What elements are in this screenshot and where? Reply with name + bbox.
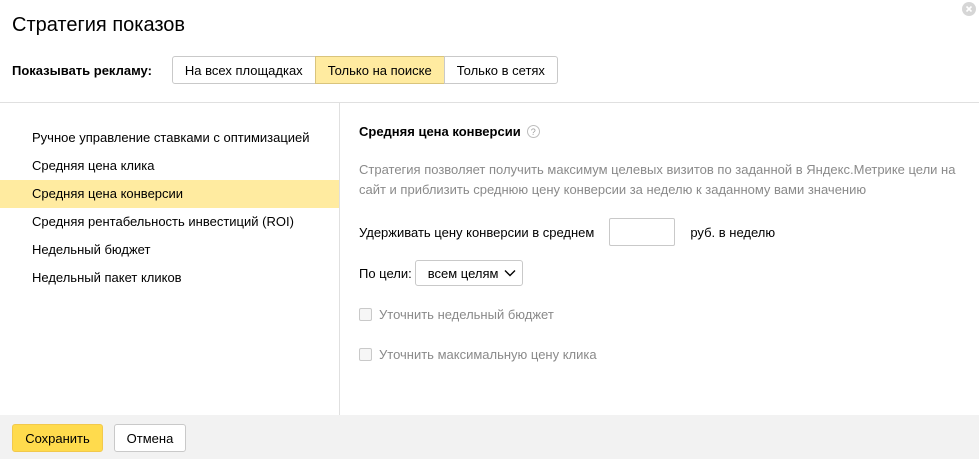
hold-price-label: Удерживать цену конверсии в среднем <box>359 224 595 240</box>
show-ads-all-platforms-button[interactable]: На всех площадках <box>171 56 316 84</box>
strategy-list: Ручное управление ставками с оптимизацие… <box>0 103 339 292</box>
hold-price-unit: руб. в неделю <box>690 224 776 240</box>
goal-select-value: всем целям <box>427 265 499 281</box>
dialog-footer: Сохранить Отмена <box>0 415 979 459</box>
goal-select[interactable]: всем целям <box>414 260 524 286</box>
strategy-item-avg-conversion-price[interactable]: Средняя цена конверсии <box>0 180 339 208</box>
panel-title: Средняя цена конверсии ? <box>359 124 540 139</box>
strategy-item-avg-roi[interactable]: Средняя рентабельность инвестиций (ROI) <box>0 208 339 236</box>
strategy-sidebar: Ручное управление ставками с оптимизацие… <box>0 103 340 415</box>
conversion-price-input[interactable] <box>609 218 676 246</box>
strategy-item-manual-optimized[interactable]: Ручное управление ставками с оптимизацие… <box>0 124 339 152</box>
refine-weekly-budget-checkbox[interactable] <box>359 307 372 321</box>
cancel-button[interactable]: Отмена <box>114 424 186 452</box>
refine-weekly-budget-label: Уточнить недельный бюджет <box>379 306 554 322</box>
strategy-item-avg-click-price[interactable]: Средняя цена клика <box>0 152 339 180</box>
close-icon <box>965 5 973 13</box>
show-ads-label: Показывать рекламу: <box>12 62 152 78</box>
chevron-down-icon <box>504 269 516 277</box>
refine-weekly-budget-row[interactable]: Уточнить недельный бюджет <box>359 305 554 323</box>
help-icon[interactable]: ? <box>526 125 540 138</box>
hold-price-row: Удерживать цену конверсии в среднем руб.… <box>359 218 775 246</box>
show-ads-segmented-control: На всех площадках Только на поиске Тольк… <box>171 56 558 84</box>
strategy-description: Стратегия позволяет получить максимум це… <box>359 162 956 197</box>
refine-max-click-label: Уточнить максимальную цену клика <box>379 346 597 362</box>
show-ads-row: Показывать рекламу: На всех площадках То… <box>12 56 558 84</box>
refine-max-click-row[interactable]: Уточнить максимальную цену клика <box>359 345 597 363</box>
strategy-item-weekly-click-package[interactable]: Недельный пакет кликов <box>0 264 339 292</box>
show-ads-networks-only-button[interactable]: Только в сетях <box>443 56 558 84</box>
strategy-item-weekly-budget[interactable]: Недельный бюджет <box>0 236 339 264</box>
save-button[interactable]: Сохранить <box>12 424 103 452</box>
dialog-title: Стратегия показов <box>12 14 186 36</box>
goal-row: По цели: всем целям <box>359 260 524 286</box>
panel-title-text: Средняя цена конверсии <box>359 124 521 139</box>
close-button[interactable] <box>962 2 976 16</box>
refine-max-click-checkbox[interactable] <box>359 347 372 361</box>
show-ads-search-only-button[interactable]: Только на поиске <box>314 56 445 84</box>
goal-label: По цели: <box>359 265 412 281</box>
